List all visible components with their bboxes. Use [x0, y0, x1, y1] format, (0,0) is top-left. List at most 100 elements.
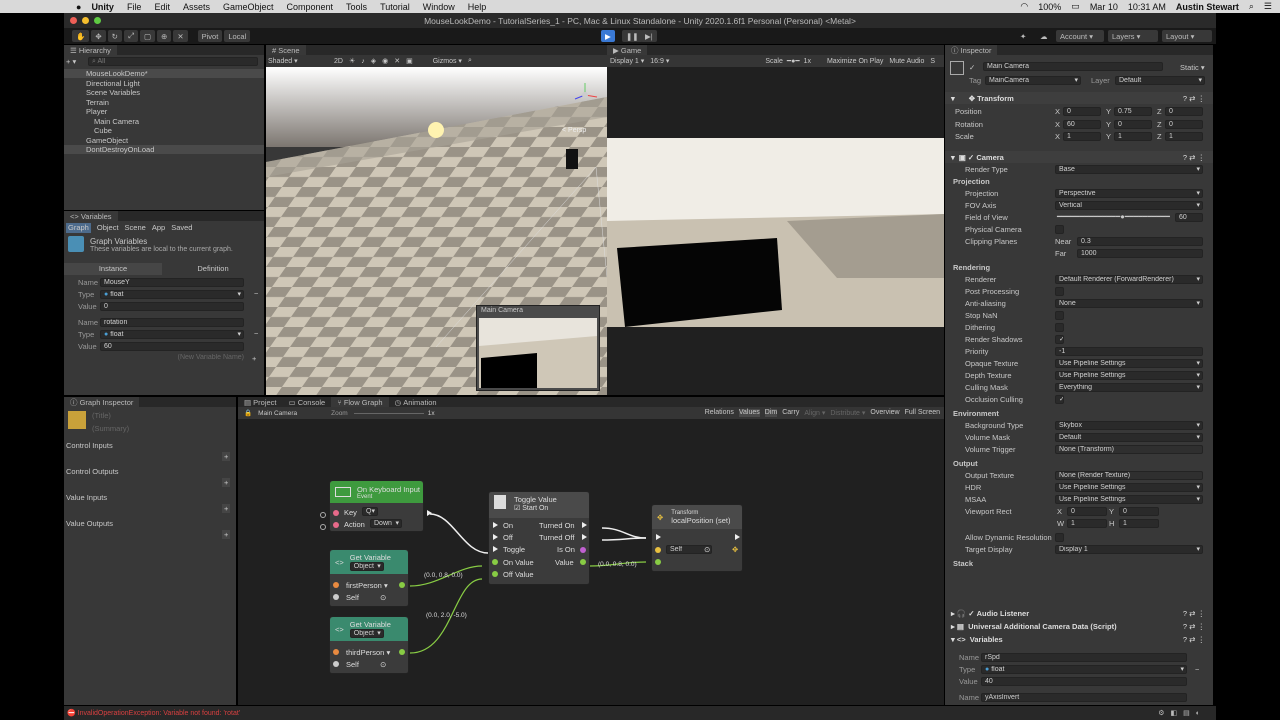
property-field[interactable]: Default Renderer (ForwardRenderer)	[1055, 275, 1203, 284]
game-viewport[interactable]	[607, 138, 944, 327]
scale-tool-icon[interactable]: ⤢	[123, 30, 138, 42]
scope-scene[interactable]: Scene	[125, 223, 146, 233]
property-field[interactable]: Display 1	[1055, 545, 1203, 554]
menu-assets[interactable]: Assets	[183, 2, 210, 12]
property-field[interactable]: Use Pipeline Settings	[1055, 359, 1203, 368]
status-bar[interactable]: ⛔ InvalidOperationException: Variable no…	[64, 706, 1216, 720]
scope-saved[interactable]: Saved	[171, 223, 192, 233]
enter-port[interactable]	[656, 534, 661, 540]
checkbox[interactable]	[1055, 533, 1064, 542]
off-input-port[interactable]	[493, 534, 498, 540]
wifi-icon[interactable]: ◠	[1020, 1, 1028, 12]
camera-icon[interactable]: ▣	[406, 57, 413, 65]
property-field[interactable]: Use Pipeline Settings	[1055, 483, 1203, 492]
account-dropdown[interactable]: Account ▾	[1056, 30, 1104, 42]
self-port[interactable]	[333, 594, 339, 600]
hierarchy-item[interactable]: Main Camera	[94, 117, 264, 126]
date[interactable]: Mar 10	[1090, 2, 1118, 12]
status-icons[interactable]: ⚙◧▤◐	[1158, 709, 1206, 717]
toggle-value-node[interactable]: Toggle Value ☑ Start On On Off Toggle On …	[488, 491, 590, 585]
tab-definition[interactable]: Definition	[164, 263, 262, 275]
component-menu-icon[interactable]: ? ⇄ ⋮	[1183, 94, 1205, 103]
hierarchy-item[interactable]: GameObject	[86, 136, 264, 145]
property-field[interactable]: Vertical	[1055, 201, 1203, 210]
step-button[interactable]: ▶|	[641, 30, 657, 42]
camera-header[interactable]: ▾ ▣ ✓ Camera ? ⇄ ⋮	[945, 151, 1213, 163]
tools-icon[interactable]: ✕	[394, 57, 400, 65]
get-variable-node-1[interactable]: <> Get VariableObject firstPerson ▾ Self…	[329, 549, 409, 607]
transform-y-field[interactable]: 0	[1114, 119, 1152, 129]
target-port[interactable]	[655, 547, 661, 553]
apple-icon[interactable]: ●	[76, 2, 81, 12]
variable-kind-dropdown[interactable]: Object	[349, 562, 384, 571]
transform-tool-icon[interactable]: ⊕	[157, 30, 172, 42]
ivar-name-field[interactable]: rSpd	[981, 653, 1187, 662]
far-field[interactable]: 1000	[1077, 249, 1203, 258]
menu-window[interactable]: Window	[423, 2, 455, 12]
ivar-type-dropdown[interactable]: ● float	[981, 665, 1187, 674]
object-name-field[interactable]: Main Camera	[983, 62, 1163, 71]
key-dropdown[interactable]: Q	[362, 507, 378, 516]
target-icon[interactable]: ⊙	[380, 593, 386, 602]
on-keyboard-input-node[interactable]: On Keyboard InputEvent Key Q Action Down	[329, 480, 432, 532]
checkbox[interactable]	[1055, 311, 1064, 320]
get-variable-node-2[interactable]: <> Get VariableObject thirdPerson ▾ Self…	[329, 616, 409, 674]
value-input-port[interactable]	[655, 559, 661, 565]
stats-toggle[interactable]: S	[930, 58, 935, 65]
battery-percent[interactable]: 100%	[1038, 2, 1061, 12]
add-icon[interactable]: + ▾	[66, 57, 76, 66]
hierarchy-item[interactable]: Directional Light	[86, 79, 264, 88]
tag-dropdown[interactable]: MainCamera	[985, 76, 1081, 85]
lighting-icon[interactable]: ☀	[349, 57, 355, 65]
toggle-input-port[interactable]	[493, 546, 498, 552]
menu-component[interactable]: Component	[287, 2, 334, 12]
menu-edit[interactable]: Edit	[154, 2, 170, 12]
menu-extras-icon[interactable]: ☰	[1264, 1, 1272, 12]
key-port[interactable]	[333, 510, 339, 516]
add-variable-button[interactable]: +	[252, 354, 256, 363]
move-tool-icon[interactable]: ✥	[91, 30, 106, 42]
graph-title-field[interactable]: (Title)	[92, 411, 111, 420]
hidden-icon[interactable]: ◉	[382, 57, 388, 65]
off-value-port[interactable]	[492, 571, 498, 577]
checkbox[interactable]: ✓	[1055, 335, 1064, 344]
close-window-button[interactable]	[70, 17, 77, 24]
start-on-toggle[interactable]: ☑ Start On	[514, 504, 557, 512]
checkbox[interactable]: ✓	[1055, 395, 1064, 404]
audio-listener-header[interactable]: ▸ 🎧 ✓ Audio Listener ? ⇄ ⋮	[945, 607, 1213, 619]
add-value-input-button[interactable]: +	[222, 504, 231, 513]
transform-output-icon[interactable]: ✥	[732, 545, 738, 554]
variable-kind-dropdown[interactable]: Object	[349, 629, 384, 638]
scope-graph[interactable]: Graph	[66, 223, 91, 233]
hierarchy-item[interactable]: Cube	[94, 126, 264, 135]
component-menu-icon[interactable]: ? ⇄ ⋮	[1183, 635, 1205, 644]
target-icon[interactable]: ⊙	[704, 545, 710, 554]
transform-set-node[interactable]: ✥ Transform localPosition (set) Self ⊙ ✥	[651, 504, 743, 572]
transform-y-field[interactable]: 1	[1114, 132, 1152, 141]
is-on-port[interactable]	[580, 547, 586, 553]
viewport-y-field[interactable]: 0	[1119, 507, 1159, 516]
node-header[interactable]: On Keyboard Input Event	[330, 481, 423, 503]
turned-off-port[interactable]	[582, 534, 587, 540]
var2-name-field[interactable]: rotation	[100, 318, 244, 327]
value-output-port[interactable]	[399, 582, 405, 588]
node-header[interactable]: ✥ Transform localPosition (set)	[652, 505, 742, 529]
component-menu-icon[interactable]: ? ⇄ ⋮	[1183, 153, 1205, 162]
add-control-input-button[interactable]: +	[222, 452, 231, 461]
fov-slider[interactable]: ━━━━━━━━━━━━━━●━━━━━━━━━━	[1057, 212, 1170, 221]
exit-port[interactable]	[735, 534, 740, 540]
action-dropdown[interactable]: Down	[370, 519, 402, 528]
urp-camera-data-header[interactable]: ▸ ▤ Universal Additional Camera Data (Sc…	[945, 620, 1213, 632]
active-checkbox[interactable]: ✓	[969, 63, 975, 72]
property-field[interactable]: Base	[1055, 165, 1203, 174]
scope-object[interactable]: Object	[97, 223, 119, 233]
layers-dropdown[interactable]: Layers ▾	[1108, 30, 1158, 42]
audio-icon[interactable]: ♪	[361, 58, 365, 65]
property-field[interactable]: None	[1055, 299, 1203, 308]
rotate-tool-icon[interactable]: ↻	[107, 30, 122, 42]
component-menu-icon[interactable]: ? ⇄ ⋮	[1183, 609, 1205, 618]
property-field[interactable]: Default	[1055, 433, 1203, 442]
menu-app[interactable]: Unity	[91, 2, 114, 12]
hierarchy-search-input[interactable]: ⌕ All	[88, 57, 258, 66]
transform-z-field[interactable]: 0	[1165, 107, 1203, 116]
